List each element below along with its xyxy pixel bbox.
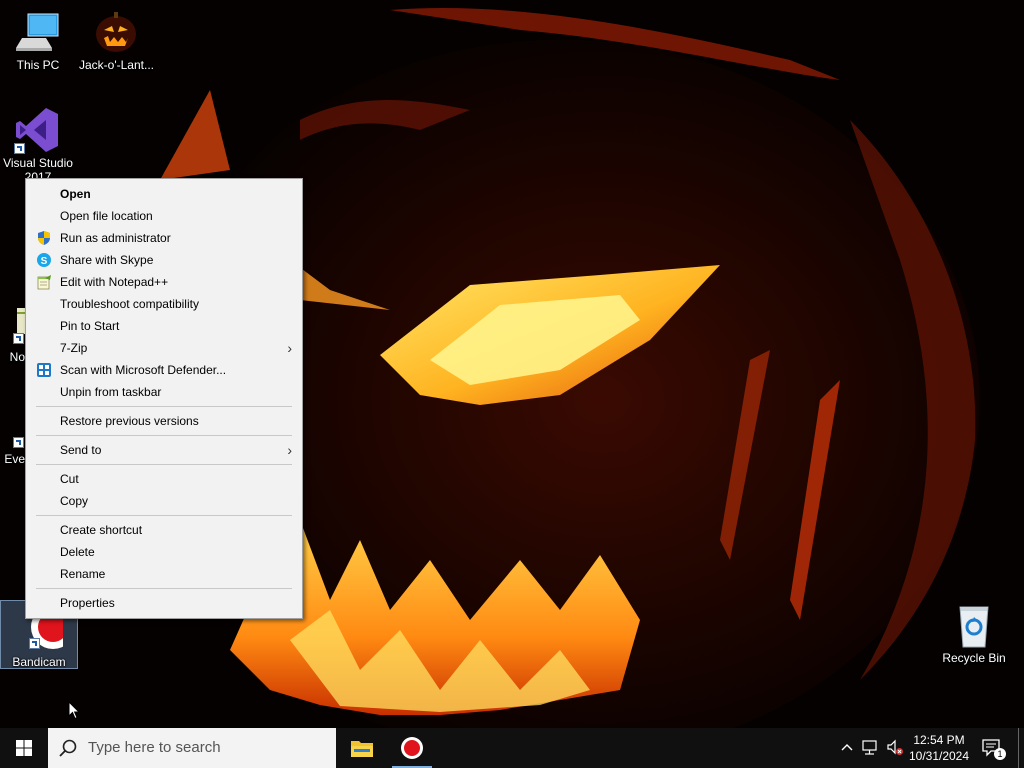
menu-separator <box>36 515 292 516</box>
volume-muted-icon <box>887 739 903 755</box>
menu-item-label: Unpin from taskbar <box>60 385 162 399</box>
menu-item-label: Copy <box>60 494 89 508</box>
menu-item-open-file-location[interactable]: Open file location <box>26 205 302 227</box>
menu-item-label: Share with Skype <box>60 253 154 267</box>
desktop-icon-notepad[interactable]: No <box>1 306 25 364</box>
menu-item-open[interactable]: Open <box>26 183 302 205</box>
taskbar-app-file-explorer[interactable] <box>338 728 386 768</box>
desktop-icon-label: Jack-o'-Lant... <box>79 58 153 72</box>
notification-badge: 1 <box>994 748 1006 760</box>
menu-item-7zip[interactable]: 7-Zip › <box>26 337 302 359</box>
desktop-icon-label: This PC <box>16 58 60 72</box>
svg-text:S: S <box>41 256 48 267</box>
search-placeholder: Type here to search <box>88 739 221 756</box>
taskbar-search-box[interactable]: Type here to search <box>48 728 336 768</box>
menu-item-delete[interactable]: Delete <box>26 541 302 563</box>
action-center-button[interactable]: 1 <box>978 728 1008 768</box>
windows-logo-icon <box>16 740 32 756</box>
menu-item-label: Properties <box>60 596 115 610</box>
menu-item-label: Troubleshoot compatibility <box>60 297 199 311</box>
menu-item-restore-previous-versions[interactable]: Restore previous versions <box>26 410 302 432</box>
menu-item-label: Edit with Notepad++ <box>60 275 169 289</box>
skype-icon: S <box>36 252 52 268</box>
recycle-bin-icon <box>950 601 998 649</box>
menu-item-label: Pin to Start <box>60 319 120 333</box>
menu-item-unpin-from-taskbar[interactable]: Unpin from taskbar <box>26 381 302 403</box>
everything-icon <box>1 432 25 452</box>
menu-separator <box>36 588 292 589</box>
menu-item-send-to[interactable]: Send to › <box>26 439 302 461</box>
show-desktop-button[interactable] <box>1018 728 1024 768</box>
menu-item-share-with-skype[interactable]: S Share with Skype <box>26 249 302 271</box>
clock-date: 10/31/2024 <box>908 749 970 763</box>
menu-item-label: Create shortcut <box>60 523 143 537</box>
menu-separator <box>36 435 292 436</box>
menu-item-label: Run as administrator <box>60 231 171 245</box>
chevron-right-icon: › <box>287 442 292 458</box>
chevron-right-icon: › <box>287 340 292 356</box>
this-pc-icon <box>14 8 62 56</box>
desktop-icon-jack-o-lantern[interactable]: Jack-o'-Lant... <box>79 8 153 72</box>
chevron-up-icon <box>841 744 853 751</box>
menu-item-create-shortcut[interactable]: Create shortcut <box>26 519 302 541</box>
menu-item-label: Delete <box>60 545 95 559</box>
menu-item-properties[interactable]: Properties <box>26 592 302 614</box>
desktop-icon-recycle-bin[interactable]: Recycle Bin <box>937 601 1011 665</box>
context-menu: Open Open file location Run as administr… <box>25 178 303 619</box>
taskbar-app-bandicam[interactable] <box>388 728 436 768</box>
menu-item-label: Open <box>60 187 91 201</box>
search-icon <box>59 739 77 757</box>
taskbar-clock[interactable]: 12:54 PM 10/31/2024 <box>903 728 975 768</box>
shortcut-arrow-icon <box>13 333 24 344</box>
menu-item-rename[interactable]: Rename <box>26 563 302 585</box>
shield-icon <box>36 230 52 246</box>
menu-separator <box>36 406 292 407</box>
shortcut-arrow-icon <box>14 143 25 154</box>
desktop-icon-everything[interactable]: Eve <box>1 432 25 466</box>
taskbar: Type here to search 12:54 PM 10/31/2024 … <box>0 728 1024 768</box>
jack-o-lantern-icon <box>92 8 140 56</box>
menu-item-pin-to-start[interactable]: Pin to Start <box>26 315 302 337</box>
desktop-icon-label: No <box>9 350 25 364</box>
menu-item-copy[interactable]: Copy <box>26 490 302 512</box>
menu-item-cut[interactable]: Cut <box>26 468 302 490</box>
mouse-pointer-icon <box>68 701 80 720</box>
menu-item-label: Restore previous versions <box>60 414 199 428</box>
visual-studio-icon <box>14 106 62 154</box>
start-button[interactable] <box>0 728 48 768</box>
desktop-icon-visual-studio[interactable]: Visual Studio 2017 <box>1 106 75 184</box>
network-tray-button[interactable] <box>860 728 882 768</box>
menu-separator <box>36 464 292 465</box>
menu-item-label: Cut <box>60 472 79 486</box>
menu-item-label: Open file location <box>60 209 153 223</box>
menu-item-label: Send to <box>60 443 102 457</box>
notepadpp-icon <box>36 274 52 290</box>
desktop-icon-this-pc[interactable]: This PC <box>1 8 75 72</box>
desktop-icon-label: Bandicam <box>12 655 66 669</box>
bandicam-icon <box>401 737 423 759</box>
shortcut-arrow-icon <box>29 638 40 649</box>
defender-icon <box>36 362 52 378</box>
menu-item-scan-with-defender[interactable]: Scan with Microsoft Defender... <box>26 359 302 381</box>
menu-item-label: Scan with Microsoft Defender... <box>60 363 227 377</box>
menu-item-label: 7-Zip <box>60 341 88 355</box>
notepad-icon <box>1 306 25 350</box>
menu-item-edit-with-notepadpp[interactable]: Edit with Notepad++ <box>26 271 302 293</box>
show-hidden-icons-button[interactable] <box>838 728 856 768</box>
menu-item-run-as-administrator[interactable]: Run as administrator <box>26 227 302 249</box>
desktop-icon-label: Recycle Bin <box>942 651 1006 665</box>
file-explorer-icon <box>351 741 373 757</box>
desktop-icon-label: Eve <box>4 452 25 466</box>
network-icon <box>862 740 877 755</box>
clock-time: 12:54 PM <box>913 733 965 747</box>
menu-item-troubleshoot-compatibility[interactable]: Troubleshoot compatibility <box>26 293 302 315</box>
menu-item-label: Rename <box>60 567 106 581</box>
shortcut-arrow-icon <box>13 437 24 448</box>
